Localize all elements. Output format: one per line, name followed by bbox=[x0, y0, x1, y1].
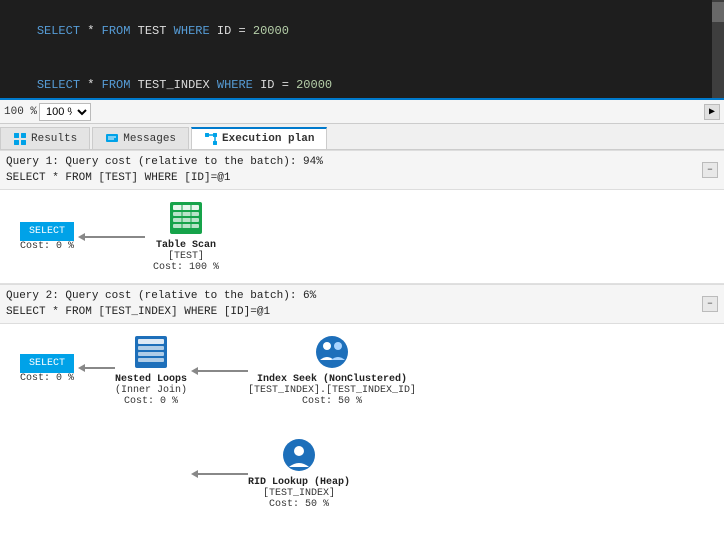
query2-arrow1-head bbox=[78, 364, 85, 372]
query1-panel: Query 1: Query cost (relative to the bat… bbox=[0, 150, 724, 283]
query2-arrow2 bbox=[191, 367, 248, 375]
tab-messages-label: Messages bbox=[123, 133, 176, 145]
query2-sql-label: SELECT * FROM [TEST_INDEX] WHERE [ID]=@1 bbox=[6, 304, 316, 320]
message-icon bbox=[105, 132, 119, 146]
query2-connector3 bbox=[198, 473, 248, 475]
grid-icon bbox=[13, 132, 27, 146]
query2-layout: SELECT Cost: 0 % bbox=[20, 334, 704, 510]
tab-messages[interactable]: Messages bbox=[92, 127, 189, 149]
index-seek-icon bbox=[314, 334, 350, 370]
vertical-scrollbar[interactable] bbox=[712, 0, 724, 98]
query2-select-node: SELECT Cost: 0 % bbox=[20, 354, 74, 384]
query2-ridlookup-label: RID Lookup (Heap) bbox=[248, 477, 350, 488]
query2-select-label: SELECT bbox=[20, 354, 74, 373]
query2-cost-label: Query 2: Query cost (relative to the bat… bbox=[6, 288, 316, 304]
query1-sql-label: SELECT * FROM [TEST] WHERE [ID]=@1 bbox=[6, 170, 323, 186]
query2-header: Query 2: Query cost (relative to the bat… bbox=[0, 284, 724, 324]
query2-nestedloops-sub: (Inner Join) bbox=[115, 385, 187, 396]
nested-loops-icon bbox=[133, 334, 169, 370]
query2-branch-bottom: RID Lookup (Heap) [TEST_INDEX] Cost: 50 … bbox=[191, 437, 416, 510]
query2-nestedloops-cost: Cost: 0 % bbox=[115, 396, 187, 407]
query1-select-cost: Cost: 0 % bbox=[20, 241, 74, 252]
query1-tablescan-table: [TEST] bbox=[153, 251, 219, 262]
query2-nestedloops-label: Nested Loops bbox=[115, 374, 187, 385]
query1-diagram: SELECT Cost: 0 % bbox=[0, 190, 724, 283]
query1-cost-label: Query 1: Query cost (relative to the bat… bbox=[6, 154, 323, 170]
query2-nestedloops-node: Nested Loops (Inner Join) Cost: 0 % bbox=[115, 334, 187, 407]
query2-branch-top: Index Seek (NonClustered) [TEST_INDEX].[… bbox=[191, 334, 416, 407]
query2-ridlookup-table: [TEST_INDEX] bbox=[248, 488, 350, 499]
query2-collapse-button[interactable]: − bbox=[702, 296, 718, 312]
rid-lookup-icon bbox=[281, 437, 317, 473]
toolbar: 100 % 100 % 75 % 50 % 150 % 200 % ▶ bbox=[0, 100, 724, 124]
query2-indexseek-node: Index Seek (NonClustered) [TEST_INDEX].[… bbox=[248, 334, 416, 407]
query2-connector1 bbox=[85, 367, 115, 369]
query1-collapse-button[interactable]: − bbox=[702, 162, 718, 178]
query2-arrow3 bbox=[191, 470, 248, 478]
tab-execution-plan[interactable]: Execution plan bbox=[191, 127, 327, 149]
query2-arrow2-head bbox=[191, 367, 198, 375]
query1-select-node: SELECT Cost: 0 % bbox=[20, 222, 74, 252]
query1-tablescan-cost: Cost: 100 % bbox=[153, 262, 219, 273]
sql-line-2: SELECT * FROM TEST_INDEX WHERE ID = 2000… bbox=[8, 58, 716, 100]
tabs-bar: Results Messages Execution plan bbox=[0, 124, 724, 150]
query2-connector2 bbox=[198, 370, 248, 372]
query1-select-label: SELECT bbox=[20, 222, 74, 241]
query1-arrow-head bbox=[78, 233, 85, 241]
scroll-right-button[interactable]: ▶ bbox=[704, 104, 720, 120]
query1-tablescan-label: Table Scan bbox=[153, 240, 219, 251]
sql-line-1: SELECT * FROM TEST WHERE ID = 20000 bbox=[8, 4, 716, 58]
query2-ridlookup-cost: Cost: 50 % bbox=[248, 499, 350, 510]
tab-execution-plan-label: Execution plan bbox=[222, 133, 314, 145]
table-scan-icon bbox=[168, 200, 204, 236]
query2-arrow1 bbox=[78, 364, 115, 372]
tab-results-label: Results bbox=[31, 133, 77, 145]
query1-header-text: Query 1: Query cost (relative to the bat… bbox=[6, 154, 323, 186]
query2-indexseek-label: Index Seek (NonClustered) bbox=[248, 374, 416, 385]
scrollbar-thumb[interactable] bbox=[712, 2, 724, 22]
query2-arrow3-head bbox=[191, 470, 198, 478]
tab-results[interactable]: Results bbox=[0, 127, 90, 149]
results-area[interactable]: Query 1: Query cost (relative to the bat… bbox=[0, 150, 724, 549]
sql-editor[interactable]: SELECT * FROM TEST WHERE ID = 20000 SELE… bbox=[0, 0, 724, 100]
query2-ridlookup-node: RID Lookup (Heap) [TEST_INDEX] Cost: 50 … bbox=[248, 437, 350, 510]
query1-arrow bbox=[78, 233, 145, 241]
query2-diagram: SELECT Cost: 0 % bbox=[0, 324, 724, 520]
query2-indexseek-cost: Cost: 50 % bbox=[248, 396, 416, 407]
zoom-select[interactable]: 100 % 75 % 50 % 150 % 200 % bbox=[39, 103, 91, 121]
query1-header: Query 1: Query cost (relative to the bat… bbox=[0, 150, 724, 190]
query2-select-cost: Cost: 0 % bbox=[20, 373, 74, 384]
query2-branches: Index Seek (NonClustered) [TEST_INDEX].[… bbox=[191, 334, 416, 510]
query2-indexseek-table: [TEST_INDEX].[TEST_INDEX_ID] bbox=[248, 385, 416, 396]
query1-connector bbox=[85, 236, 145, 238]
query1-tablescan-node: Table Scan [TEST] Cost: 100 % bbox=[153, 200, 219, 273]
query2-header-text: Query 2: Query cost (relative to the bat… bbox=[6, 288, 316, 320]
query2-panel: Query 2: Query cost (relative to the bat… bbox=[0, 284, 724, 520]
zoom-label: 100 % bbox=[4, 106, 37, 118]
plan-icon bbox=[204, 132, 218, 146]
